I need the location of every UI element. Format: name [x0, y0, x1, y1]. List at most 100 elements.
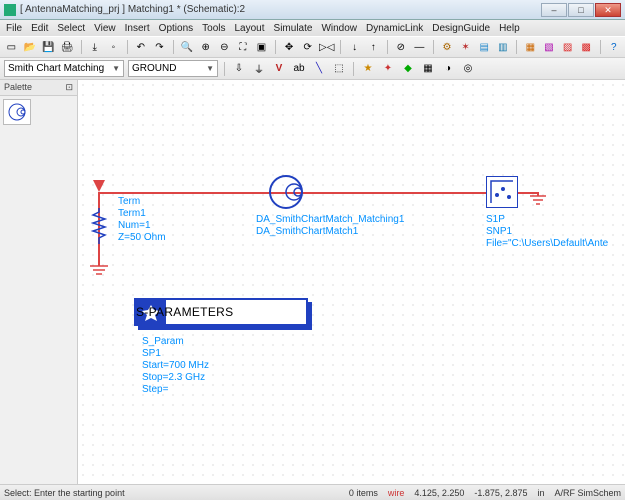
tb5-icon[interactable]: ◑ [440, 61, 456, 77]
menu-select[interactable]: Select [57, 23, 85, 34]
lib1-icon[interactable]: ▦ [523, 39, 538, 55]
end-icon[interactable]: ⤓ [87, 39, 102, 55]
name-icon[interactable]: ab [291, 61, 307, 77]
toolbar-secondary: Smith Chart Matching ▼ GROUND ▼ ⇩ ⏚ V ab ╲… [0, 58, 625, 80]
mirror-icon[interactable]: ▷◁ [319, 39, 334, 55]
zoom-out-icon[interactable]: ⊖ [217, 39, 232, 55]
menu-insert[interactable]: Insert [125, 23, 150, 34]
window-buttons: ‒ □ ✕ [541, 3, 621, 17]
s1p-icon [487, 177, 517, 207]
sparam-stop: Stop=2.3 GHz [142, 372, 205, 384]
sparam-name: SP1 [142, 348, 161, 360]
open-icon[interactable]: 📂 [23, 39, 38, 55]
place-icon[interactable]: ⇩ [231, 61, 247, 77]
status-hint: Select: Enter the starting point [4, 488, 125, 498]
smithchart-component[interactable] [266, 172, 306, 212]
statusbar: Select: Enter the starting point 0 items… [0, 484, 625, 500]
rotate-icon[interactable]: ⟳ [300, 39, 315, 55]
term-name: Term1 [118, 208, 146, 220]
wire [98, 192, 518, 194]
menu-dynamiclink[interactable]: DynamicLink [366, 23, 423, 34]
ground-icon [530, 192, 552, 208]
palette-pin-icon[interactable]: ⊡ [65, 82, 73, 93]
lib3-icon[interactable]: ▨ [560, 39, 575, 55]
menu-window[interactable]: Window [321, 23, 357, 34]
undo-icon[interactable]: ↶ [134, 39, 149, 55]
palette-item-smith[interactable] [3, 99, 31, 125]
var-icon[interactable]: V [271, 61, 287, 77]
titlebar: [ AntennaMatching_prj ] Matching1 * (Sch… [0, 0, 625, 20]
tb2-icon[interactable]: ✦ [380, 61, 396, 77]
wire-icon[interactable]: ╲ [311, 61, 327, 77]
menu-simulate[interactable]: Simulate [274, 23, 313, 34]
ground-icon[interactable]: ⏚ [251, 61, 267, 77]
sparam-box-label: S-PARAMETERS [136, 305, 233, 319]
menu-view[interactable]: View [94, 23, 116, 34]
menu-layout[interactable]: Layout [235, 23, 265, 34]
status-mode: wire [388, 488, 405, 498]
zoom-in-icon[interactable]: ⊕ [198, 39, 213, 55]
data-icon[interactable]: ▥ [495, 39, 510, 55]
zoom-fit-icon[interactable]: ⛶ [236, 39, 251, 55]
s1p-component[interactable] [486, 176, 518, 208]
sparam-block[interactable]: S-PARAMETERS [134, 298, 308, 326]
sparam-step: Step= [142, 384, 168, 396]
redo-icon[interactable]: ↷ [152, 39, 167, 55]
menu-tools[interactable]: Tools [202, 23, 225, 34]
chevron-down-icon: ▼ [112, 64, 120, 73]
tune-icon[interactable]: ✶ [458, 39, 473, 55]
s1p-name: SNP1 [486, 226, 512, 238]
s1p-label: S1P [486, 214, 505, 226]
smith-icon [7, 102, 27, 122]
lib2-icon[interactable]: ▧ [542, 39, 557, 55]
lib4-icon[interactable]: ▩ [579, 39, 594, 55]
maximize-button[interactable]: □ [568, 3, 594, 17]
app-icon [4, 4, 16, 16]
tb4-icon[interactable]: ▦ [420, 61, 436, 77]
palette-combo-value: Smith Chart Matching [8, 63, 104, 74]
node-icon[interactable]: ◦ [106, 39, 121, 55]
menu-help[interactable]: Help [499, 23, 520, 34]
pan-icon[interactable]: ✥ [282, 39, 297, 55]
schematic-canvas[interactable]: Term Term1 Num=1 Z=50 Ohm DA_SmithChartM… [78, 80, 625, 484]
short-icon[interactable]: — [412, 39, 427, 55]
tb6-icon[interactable]: ◎ [460, 61, 476, 77]
term-z: Z=50 Ohm [118, 232, 166, 244]
term-symbol[interactable] [91, 208, 107, 244]
window-title: [ AntennaMatching_prj ] Matching1 * (Sch… [20, 4, 541, 15]
push-icon[interactable]: ↓ [347, 39, 362, 55]
da-line1: DA_SmithChartMatch_Matching1 [256, 214, 404, 226]
deactivate-icon[interactable]: ⊘ [393, 39, 408, 55]
dds-icon[interactable]: ▤ [477, 39, 492, 55]
palette-header: Palette ⊡ [0, 80, 77, 96]
label-icon[interactable]: ⬚ [331, 61, 347, 77]
s1p-file: File="C:\Users\Default\Ante [486, 238, 608, 250]
sim-icon[interactable]: ⚙ [440, 39, 455, 55]
part-combo-value: GROUND [132, 63, 176, 74]
tb3-icon[interactable]: ◆ [400, 61, 416, 77]
save-icon[interactable]: 💾 [41, 39, 56, 55]
status-items: 0 items [349, 488, 378, 498]
new-icon[interactable]: ▭ [4, 39, 19, 55]
tb1-icon[interactable]: ★ [360, 61, 376, 77]
menu-file[interactable]: File [6, 23, 22, 34]
status-coord1: 4.125, 2.250 [414, 488, 464, 498]
palette-combo[interactable]: Smith Chart Matching ▼ [4, 60, 124, 77]
menu-edit[interactable]: Edit [31, 23, 48, 34]
close-button[interactable]: ✕ [595, 3, 621, 17]
palette-title: Palette [4, 82, 32, 93]
zoom-sel-icon[interactable]: ▣ [254, 39, 269, 55]
ground-icon [88, 262, 110, 276]
status-units: in [537, 488, 544, 498]
menu-options[interactable]: Options [159, 23, 193, 34]
print-icon[interactable]: 🖨 [60, 39, 75, 55]
pop-icon[interactable]: ↑ [366, 39, 381, 55]
port-icon [93, 180, 105, 194]
chevron-down-icon: ▼ [206, 64, 214, 73]
zoom-area-icon[interactable]: 🔍 [180, 39, 195, 55]
menu-designguide[interactable]: DesignGuide [432, 23, 490, 34]
minimize-button[interactable]: ‒ [541, 3, 567, 17]
part-combo[interactable]: GROUND ▼ [128, 60, 218, 77]
status-coord2: -1.875, 2.875 [474, 488, 527, 498]
help-icon[interactable]: ? [606, 39, 621, 55]
